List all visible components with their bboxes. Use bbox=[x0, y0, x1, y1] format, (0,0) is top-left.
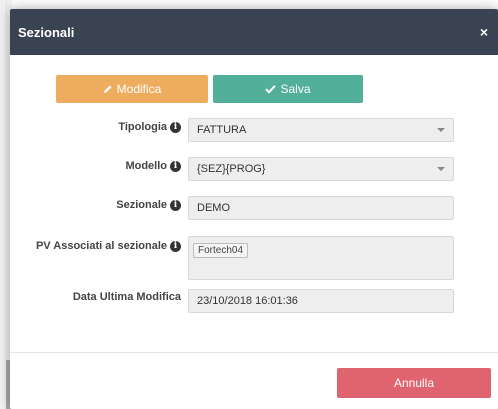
info-icon: i bbox=[170, 121, 181, 133]
caret-down-icon bbox=[437, 167, 445, 171]
pv-associati-label: PV Associati al sezionale bbox=[35, 240, 167, 252]
sezionale-label: Sezionale bbox=[116, 199, 167, 211]
tipologia-label-row: Tipologia i bbox=[118, 121, 181, 133]
check-icon bbox=[265, 85, 277, 94]
salva-label: Salva bbox=[280, 82, 311, 96]
caret-down-icon bbox=[437, 128, 445, 132]
background-divider bbox=[6, 0, 7, 409]
sezionali-dialog: Sezionali × Modifica Salva Tipologia i F… bbox=[10, 9, 498, 409]
modello-value: {SEZ}{PROG} bbox=[197, 163, 266, 175]
modello-label-row: Modello i bbox=[125, 160, 181, 172]
pv-associati-label-row: PV Associati al sezionale i bbox=[36, 240, 181, 252]
info-icon: i bbox=[170, 160, 181, 172]
dialog-header: Sezionali × bbox=[10, 9, 498, 55]
sezionale-label-row: Sezionale i bbox=[116, 199, 181, 211]
modello-select[interactable]: {SEZ}{PROG} bbox=[188, 157, 454, 181]
dialog-title: Sezionali bbox=[18, 24, 75, 40]
modifica-button[interactable]: Modifica bbox=[56, 75, 208, 103]
annulla-label: Annulla bbox=[393, 376, 435, 390]
modello-label: Modello bbox=[125, 160, 167, 172]
tipologia-select[interactable]: FATTURA bbox=[188, 118, 454, 142]
data-ultima-modifica-label: Data Ultima Modifica bbox=[72, 291, 181, 303]
sezionale-field: DEMO bbox=[188, 196, 454, 220]
sezionale-value: DEMO bbox=[197, 202, 230, 214]
annulla-button[interactable]: Annulla bbox=[337, 368, 491, 398]
modifica-label: Modifica bbox=[116, 82, 162, 96]
data-ultima-modifica-field: 23/10/2018 16:01:36 bbox=[188, 289, 454, 313]
close-icon[interactable]: × bbox=[480, 24, 488, 40]
pv-tag: Fortech04 bbox=[193, 243, 249, 258]
pencil-icon bbox=[103, 85, 112, 93]
info-icon: i bbox=[170, 240, 181, 252]
info-icon: i bbox=[170, 199, 181, 211]
data-ultima-modifica-label-row: Data Ultima Modifica bbox=[73, 291, 181, 303]
data-ultima-modifica-value: 23/10/2018 16:01:36 bbox=[197, 295, 298, 307]
footer-divider bbox=[10, 352, 498, 353]
salva-button[interactable]: Salva bbox=[213, 75, 363, 103]
tipologia-label: Tipologia bbox=[118, 121, 167, 133]
tipologia-value: FATTURA bbox=[197, 124, 247, 136]
pv-associati-field[interactable]: Fortech04 bbox=[188, 236, 454, 280]
